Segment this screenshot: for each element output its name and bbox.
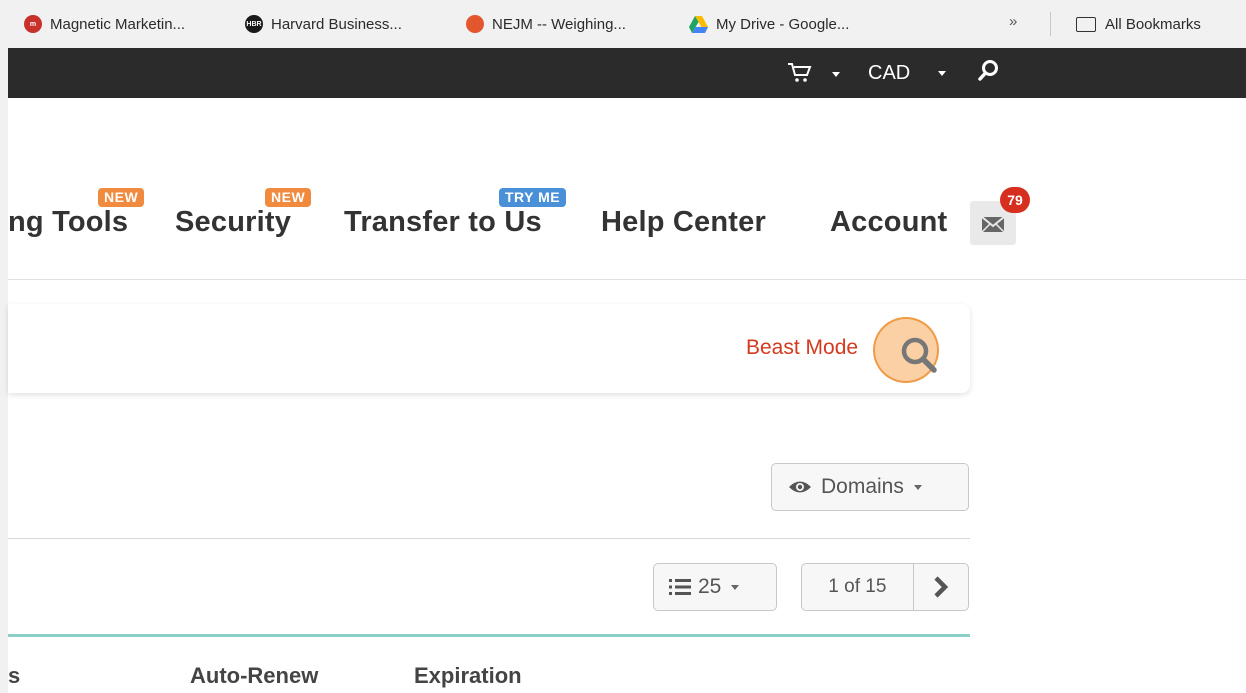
page-indicator: 1 of 15: [801, 563, 969, 611]
chevron-down-icon: [938, 71, 946, 76]
bookmark-label: NEJM -- Weighing...: [492, 15, 626, 33]
section-divider: [8, 538, 970, 539]
hbr-favicon: HBR: [245, 15, 263, 33]
currency-label: CAD: [868, 62, 911, 84]
column-header-expiration[interactable]: Expiration: [414, 663, 522, 689]
next-page-button[interactable]: [914, 564, 968, 610]
top-search-button[interactable]: [976, 58, 1002, 89]
bookmark-my-drive[interactable]: My Drive - Google...: [689, 14, 849, 34]
bookmarks-bar: m Magnetic Marketin... HBR Harvard Busin…: [0, 0, 1246, 48]
column-header-status[interactable]: s: [8, 663, 20, 689]
more-bookmarks-button[interactable]: »: [1009, 13, 1017, 30]
currency-selector[interactable]: CAD: [868, 62, 946, 85]
nav-item-account[interactable]: Account: [830, 206, 947, 239]
per-page-value: 25: [698, 575, 722, 598]
chevron-right-icon: [934, 576, 949, 598]
chevron-down-icon: [832, 72, 840, 77]
bookmark-label: Magnetic Marketin...: [50, 15, 186, 33]
eye-icon: [789, 481, 811, 493]
per-page-dropdown[interactable]: 25: [653, 563, 777, 611]
cart-button[interactable]: [786, 61, 840, 90]
beast-mode-link[interactable]: Beast Mode: [746, 336, 858, 360]
bookmark-magnetic-marketing[interactable]: m Magnetic Marketin...: [24, 14, 185, 34]
try-me-badge: TRY ME: [499, 188, 567, 207]
page-indicator-label: 1 of 15: [828, 576, 887, 597]
all-bookmarks-label: All Bookmarks: [1105, 15, 1201, 33]
chevron-down-icon: [913, 484, 922, 490]
search-icon: [978, 60, 998, 81]
bookmark-harvard-business[interactable]: HBR Harvard Business...: [245, 14, 402, 34]
notification-count-badge: 79: [1000, 187, 1030, 213]
nav-item-transfer[interactable]: Transfer to Us: [344, 206, 542, 239]
chevron-down-icon: [731, 584, 740, 590]
nav-divider: [8, 279, 1246, 280]
bookmark-nejm[interactable]: NEJM -- Weighing...: [466, 14, 626, 34]
list-icon: [669, 579, 691, 595]
new-badge: NEW: [265, 188, 312, 207]
domains-view-dropdown[interactable]: Domains: [771, 463, 969, 511]
bookmark-label: Harvard Business...: [271, 15, 402, 33]
all-bookmarks-button[interactable]: All Bookmarks: [1076, 14, 1201, 34]
google-drive-favicon: [689, 15, 708, 33]
new-badge: NEW: [98, 188, 145, 207]
nav-item-help-center[interactable]: Help Center: [601, 206, 766, 239]
page-gutter: [0, 48, 8, 693]
folder-icon: [1076, 16, 1096, 32]
nejm-favicon: [466, 15, 484, 33]
table-top-border: [8, 634, 970, 637]
nav-item-tools[interactable]: ng Tools: [8, 206, 128, 239]
nav-item-security[interactable]: Security: [175, 206, 291, 239]
cart-icon: [788, 63, 812, 82]
search-icon[interactable]: [896, 332, 950, 382]
bookmarks-separator: [1050, 12, 1051, 36]
bookmark-label: My Drive - Google...: [716, 15, 850, 33]
magnetic-marketing-favicon: m: [24, 15, 42, 33]
column-header-auto-renew[interactable]: Auto-Renew: [190, 663, 318, 689]
domains-dropdown-label: Domains: [821, 475, 904, 498]
site-topbar: CAD: [8, 48, 1246, 98]
